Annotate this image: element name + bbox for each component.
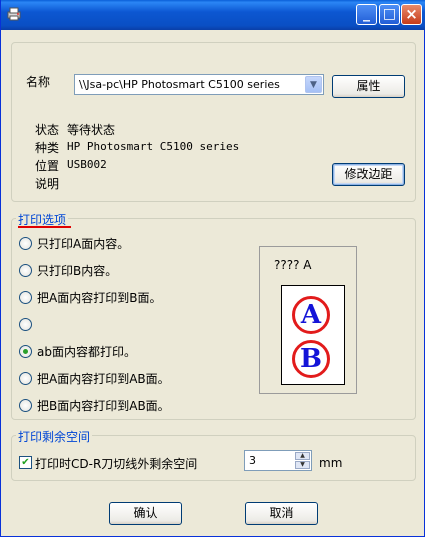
spin-up-icon[interactable]: ▲ (295, 452, 310, 460)
remaining-space-input[interactable]: 3 ▲ ▼ (244, 450, 312, 471)
radio-button[interactable] (19, 371, 32, 385)
preview-title: ???? A (274, 258, 312, 272)
printer-select[interactable]: \\Jsa-pc\HP Photosmart C5100 series ▼ (74, 74, 324, 95)
print-preview: ???? A A B (259, 246, 357, 394)
option-label: 只打印A面内容。 (37, 236, 130, 251)
location-value: USB002 (67, 158, 107, 171)
remaining-space-checkbox[interactable]: ✔ (19, 456, 32, 469)
option-label: ab面内容都打印。 (37, 344, 136, 359)
title-bar[interactable]: _ □ × (1, 0, 425, 30)
remaining-space-value: 3 (249, 454, 256, 467)
option-b-to-ab[interactable]: 把B面内容打印到AB面。 (19, 396, 170, 414)
radio-button-checked[interactable] (19, 344, 32, 358)
radio-button[interactable] (19, 263, 32, 277)
properties-button[interactable]: 属性 (332, 75, 405, 98)
option-label: 把A面内容打印到B面。 (37, 290, 162, 305)
cancel-button[interactable]: 取消 (245, 502, 318, 525)
status-label: 状态 (35, 123, 60, 137)
unit-label: mm (319, 456, 343, 470)
maximize-button[interactable]: □ (379, 4, 400, 25)
remaining-space-title: 打印剩余空间 (16, 428, 93, 445)
remaining-space-label: 打印时CD-R刀切线外剩余空间 (35, 457, 198, 471)
minimize-button[interactable]: _ (356, 4, 377, 25)
dialog-window: _ □ × 名称 \\Jsa-pc\HP Photosmart C5100 se… (0, 0, 425, 537)
option-a-to-ab[interactable]: 把A面内容打印到AB面。 (19, 369, 170, 387)
type-label: 种类 (35, 141, 60, 155)
printer-select-value: \\Jsa-pc\HP Photosmart C5100 series (79, 78, 280, 91)
option-label: 把A面内容打印到AB面。 (37, 371, 170, 386)
option-label: 只打印B内容。 (37, 263, 118, 278)
location-label: 位置 (35, 159, 60, 173)
option-print-a[interactable]: 只打印A面内容。 (19, 234, 129, 252)
radio-button[interactable] (19, 236, 32, 250)
option-print-ab[interactable]: ab面内容都打印。 (19, 342, 136, 360)
side-b-icon: B (292, 340, 330, 378)
spin-buttons[interactable]: ▲ ▼ (295, 452, 310, 469)
radio-button[interactable] (19, 290, 32, 304)
preview-paper: A B (281, 285, 345, 385)
option-a-to-b[interactable]: 把A面内容打印到B面。 (19, 288, 161, 306)
spin-down-icon[interactable]: ▼ (295, 461, 310, 469)
comment-label: 说明 (35, 177, 60, 191)
title-underline (18, 226, 71, 228)
modify-margin-button[interactable]: 修改边距 (332, 163, 405, 186)
radio-button[interactable] (19, 317, 32, 331)
type-value: HP Photosmart C5100 series (67, 140, 240, 153)
status-value: 等待状态 (67, 123, 116, 137)
option-label: 把B面内容打印到AB面。 (37, 398, 170, 413)
name-label: 名称 (26, 75, 51, 89)
ok-button[interactable]: 确认 (109, 502, 182, 525)
radio-button[interactable] (19, 398, 32, 412)
printer-app-icon (7, 7, 21, 21)
chevron-down-icon[interactable]: ▼ (305, 76, 322, 93)
option-blank[interactable] (19, 315, 37, 333)
side-a-icon: A (292, 296, 330, 334)
close-button[interactable]: × (401, 4, 422, 25)
option-print-b[interactable]: 只打印B内容。 (19, 261, 117, 279)
